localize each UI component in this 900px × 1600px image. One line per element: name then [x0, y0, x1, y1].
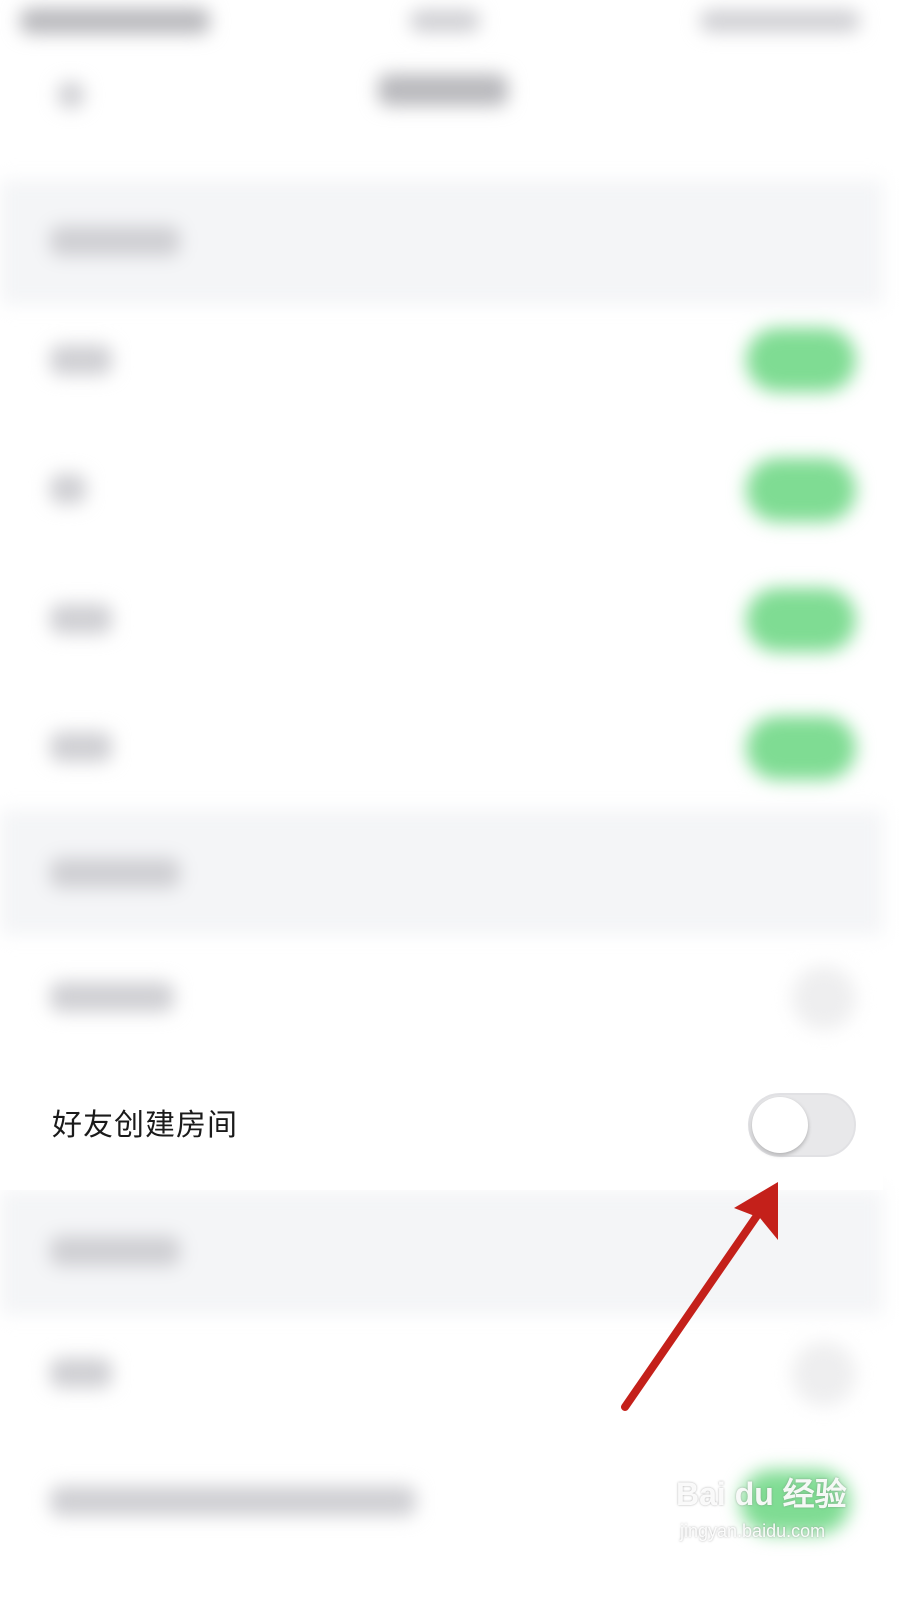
back-icon: [58, 82, 84, 108]
row-1-label: [50, 345, 112, 375]
status-bar-right: [700, 10, 860, 32]
red-arrow-icon: [621, 1182, 778, 1411]
section-header-2-text: [50, 858, 180, 888]
settings-page: 好友创建房间 Bai du 经验 jingyan.baidu.com: [0, 0, 883, 1568]
row-4-toggle: [746, 716, 856, 780]
baidu-jingyan-watermark: Bai du 经验 jingyan.baidu.com: [676, 1474, 856, 1554]
row-3-toggle: [746, 588, 856, 652]
row-2-label: [50, 474, 86, 504]
status-bar-left: [20, 8, 210, 34]
row-5-label: [50, 982, 174, 1012]
page-title: [378, 74, 508, 106]
section-header-3-text: [50, 1236, 180, 1266]
row-6-toggle: [792, 1342, 856, 1406]
row-5-toggle: [792, 966, 856, 1030]
watermark-url: jingyan.baidu.com: [680, 1521, 826, 1541]
row-3-label: [50, 604, 112, 634]
row-6-label: [50, 1358, 112, 1388]
row-1-toggle: [746, 328, 856, 392]
friend-create-room-label: 好友创建房间: [52, 1108, 238, 1143]
row-2-toggle: [746, 458, 856, 522]
section-header-1-text: [50, 226, 180, 256]
status-bar-time: [410, 10, 480, 32]
watermark-logo: Bai du 经验: [676, 1476, 847, 1512]
row-4-label: [50, 732, 112, 762]
friend-create-room-toggle[interactable]: [748, 1093, 856, 1157]
row-7-label: [50, 1486, 416, 1516]
toggle-knob: [752, 1097, 808, 1153]
